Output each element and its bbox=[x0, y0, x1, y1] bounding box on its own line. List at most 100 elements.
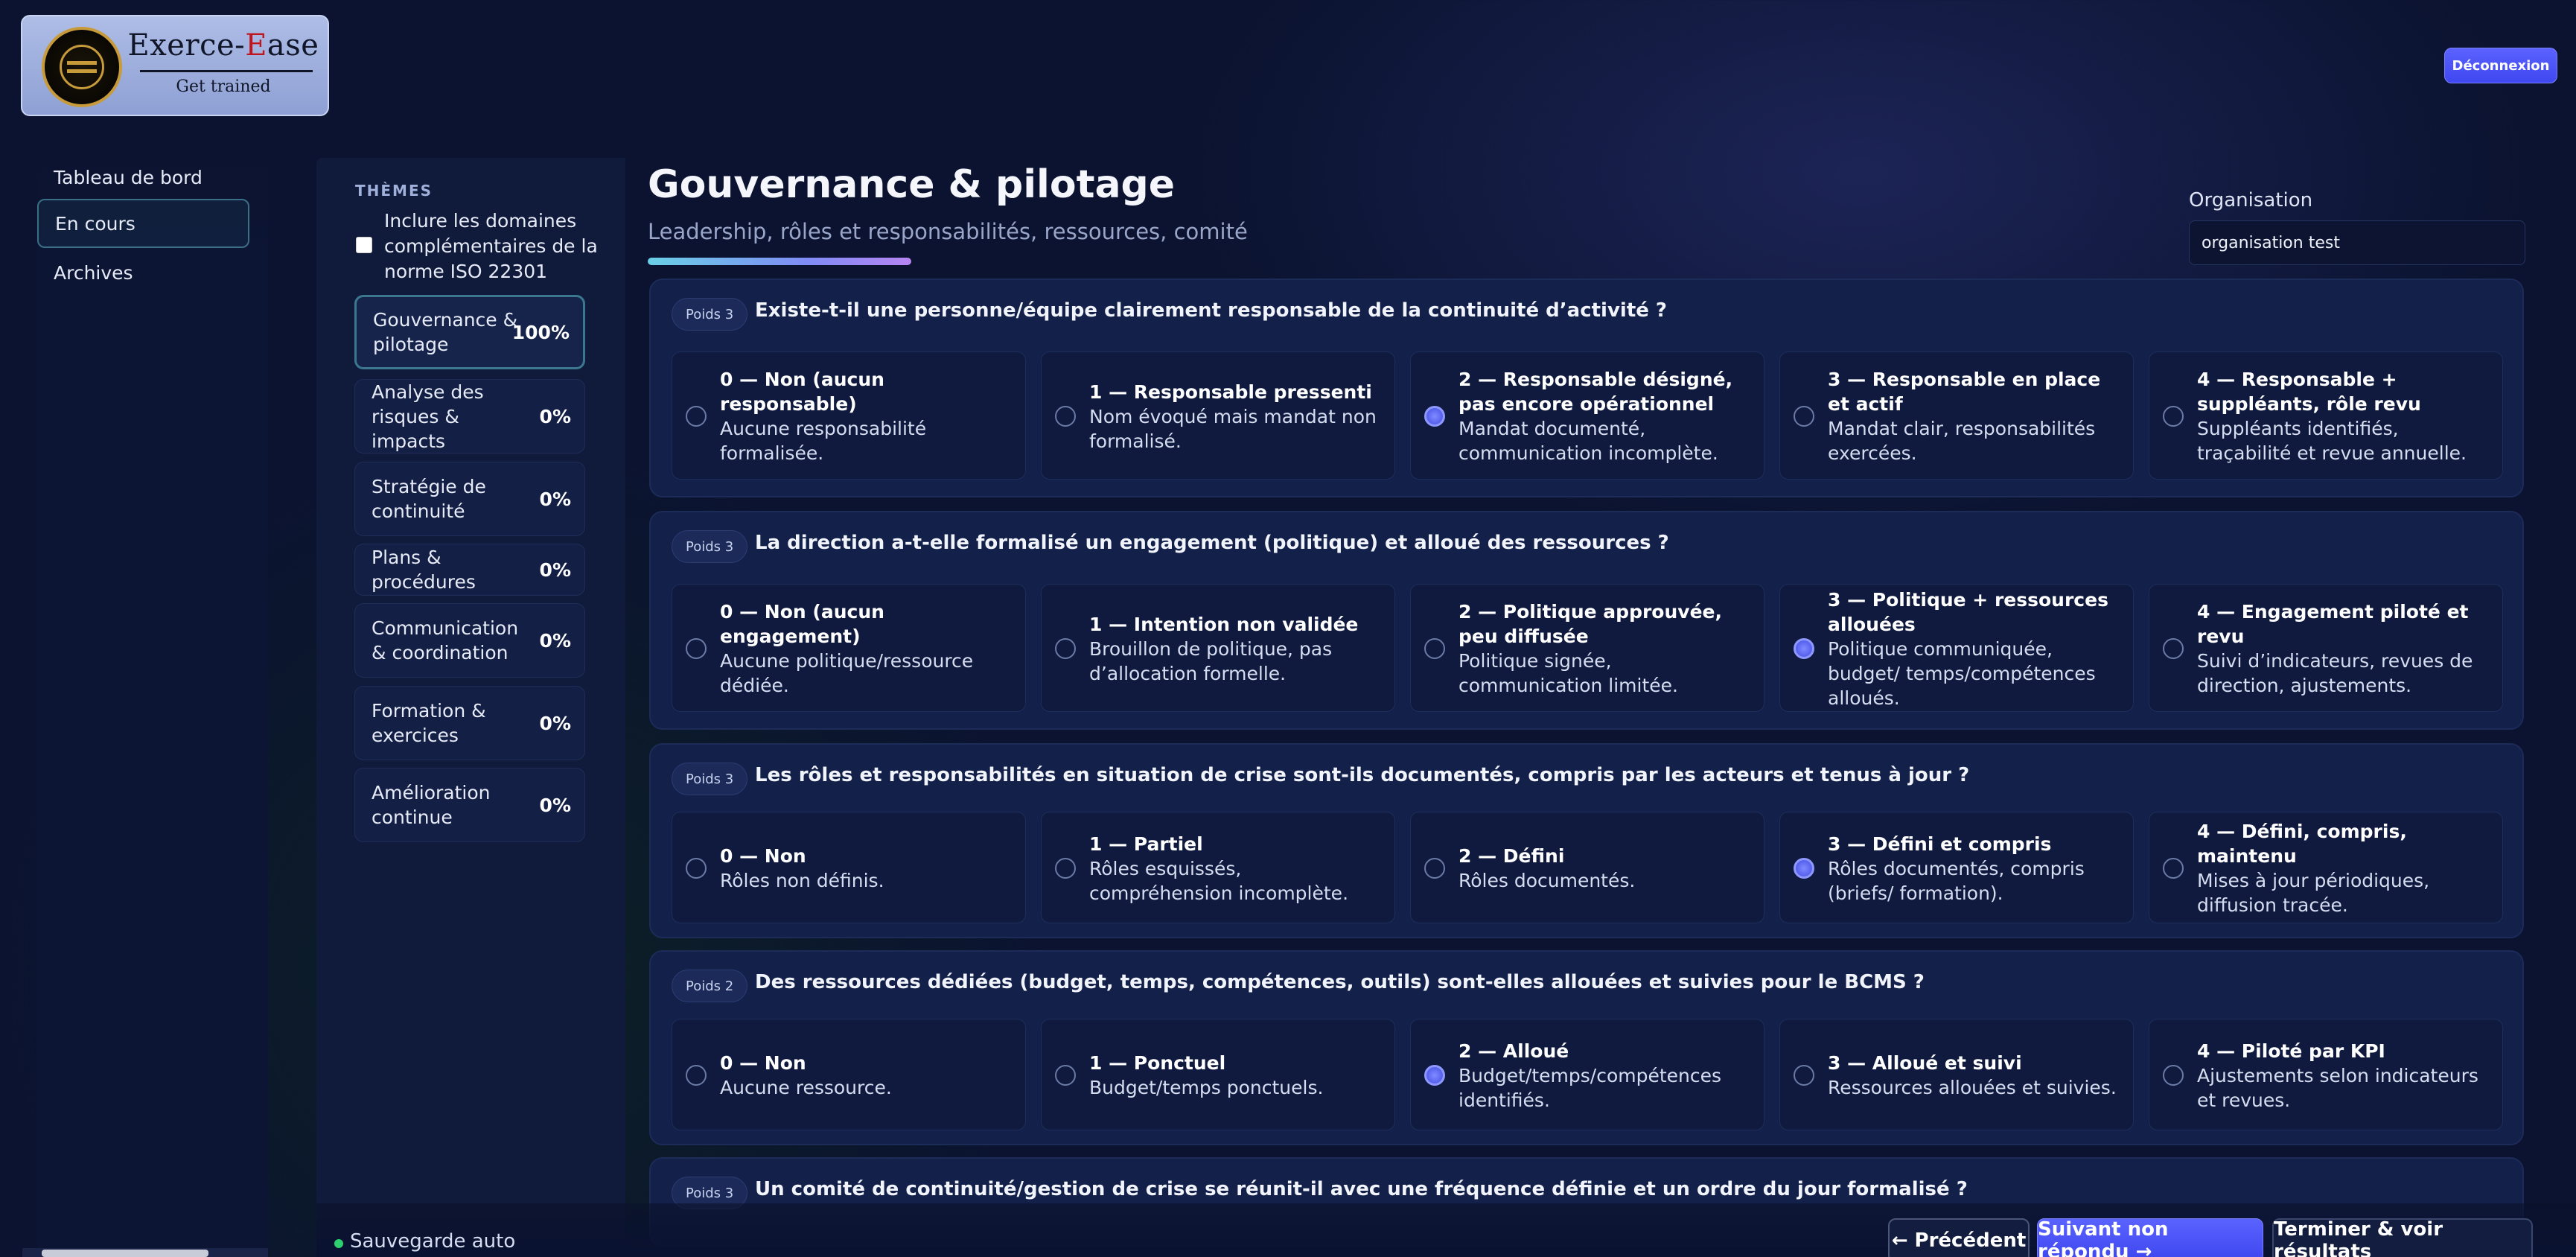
question-text: Les rôles et responsabilités en situatio… bbox=[755, 764, 1970, 786]
radio-button[interactable] bbox=[1424, 858, 1445, 879]
theme-progress: 0% bbox=[539, 712, 571, 734]
option-description: Rôles esquissés, compréhension incomplèt… bbox=[1089, 857, 1349, 904]
theme-progress: 0% bbox=[539, 559, 571, 581]
radio-button[interactable] bbox=[1794, 638, 1814, 659]
option-description: Mises à jour périodiques, diffusion trac… bbox=[2197, 870, 2430, 916]
theme-label: Amélioration continue bbox=[372, 782, 491, 828]
radio-button[interactable] bbox=[686, 638, 707, 659]
answer-options: 0 — Non (aucun engagement) Aucune politiq… bbox=[672, 584, 2503, 712]
theme-item-risques[interactable]: Analyse des risques & impacts 0% bbox=[354, 379, 585, 454]
autosave-label: Sauvegarde auto bbox=[350, 1230, 516, 1253]
theme-label: Plans & procédures bbox=[372, 547, 476, 593]
sidebar-item-dashboard[interactable]: Tableau de bord bbox=[37, 153, 249, 202]
option-title: 1 — Partiel bbox=[1089, 833, 1203, 855]
theme-item-plans[interactable]: Plans & procédures 0% bbox=[354, 544, 585, 596]
answer-option-0[interactable]: 0 — Non Rôles non définis. bbox=[672, 812, 1026, 923]
radio-button[interactable] bbox=[1424, 1065, 1445, 1086]
answer-option-0[interactable]: 0 — Non (aucun engagement) Aucune politiq… bbox=[672, 584, 1026, 712]
option-description: Budget/temps/compétences identifiés. bbox=[1458, 1064, 1722, 1111]
question-card: Poids 3 Les rôles et responsabilités en s… bbox=[649, 743, 2524, 938]
answer-option-4[interactable]: 4 — Défini, compris, maintenu Mises à jou… bbox=[2149, 812, 2503, 923]
radio-button[interactable] bbox=[686, 858, 707, 879]
answer-option-1[interactable]: 1 — Responsable pressenti Nom évoqué mais… bbox=[1041, 351, 1395, 480]
radio-button[interactable] bbox=[1794, 406, 1814, 427]
include-iso-checkbox[interactable] bbox=[356, 237, 372, 253]
option-description: Brouillon de politique, pas d’allocation… bbox=[1089, 637, 1333, 684]
answer-option-4[interactable]: 4 — Responsable + suppléants, rôle revu S… bbox=[2149, 351, 2503, 480]
theme-item-formation[interactable]: Formation & exercices 0% bbox=[354, 686, 585, 760]
finish-results-button[interactable]: Terminer & voir résultats bbox=[2272, 1218, 2533, 1257]
option-text: 4 — Défini, compris, maintenu Mises à jou… bbox=[2197, 812, 2492, 924]
radio-button[interactable] bbox=[1424, 638, 1445, 659]
scrollbar-thumb[interactable] bbox=[42, 1250, 208, 1257]
radio-button[interactable] bbox=[686, 406, 707, 427]
option-description: Ressources allouées et suivies. bbox=[1828, 1077, 2117, 1098]
radio-button[interactable] bbox=[2163, 406, 2184, 427]
sidebar-item-archives[interactable]: Archives bbox=[37, 248, 249, 297]
option-title: 2 — Politique approuvée, peu diffusée bbox=[1458, 601, 1722, 647]
answer-option-3[interactable]: 3 — Défini et compris Rôles documentés, c… bbox=[1779, 812, 2134, 923]
option-title: 1 — Responsable pressenti bbox=[1089, 381, 1372, 403]
option-title: 4 — Défini, compris, maintenu bbox=[2197, 821, 2407, 867]
radio-button[interactable] bbox=[1055, 638, 1076, 659]
question-card: Poids 3 La direction a-t-elle formalisé u… bbox=[649, 511, 2524, 730]
option-text: 3 — Responsable en place et actif Mandat … bbox=[1828, 352, 2123, 480]
page-subtitle: Leadership, rôles et responsabilités, re… bbox=[648, 219, 1248, 244]
answer-option-2[interactable]: 2 — Responsable désigné, pas encore opér… bbox=[1410, 351, 1764, 480]
option-description: Rôles non définis. bbox=[720, 870, 884, 891]
option-description: Ajustements selon indicateurs et revues. bbox=[2197, 1064, 2478, 1111]
option-description: Politique communiquée, budget/ temps/com… bbox=[1828, 637, 2096, 709]
theme-progress: 0% bbox=[539, 488, 571, 510]
previous-button[interactable]: ← Précédent bbox=[1888, 1218, 2030, 1257]
next-unanswered-button[interactable]: Suivant non répondu → bbox=[2037, 1218, 2263, 1257]
organisation-input[interactable] bbox=[2189, 220, 2525, 265]
theme-progress: 100% bbox=[511, 321, 570, 343]
radio-button[interactable] bbox=[1055, 858, 1076, 879]
option-title: 1 — Ponctuel bbox=[1089, 1052, 1226, 1074]
logout-button[interactable]: Déconnexion bbox=[2444, 48, 2557, 83]
radio-button[interactable] bbox=[1794, 1065, 1814, 1086]
answer-option-2[interactable]: 2 — Défini Rôles documentés. bbox=[1410, 812, 1764, 923]
option-text: 1 — Responsable pressenti Nom évoqué mais… bbox=[1089, 352, 1384, 480]
autosave-status-dot bbox=[334, 1239, 343, 1248]
theme-progress: 0% bbox=[539, 405, 571, 427]
theme-item-amelioration[interactable]: Amélioration continue 0% bbox=[354, 768, 585, 842]
app-logo[interactable]: Exerce-Ease Get trained bbox=[21, 15, 329, 116]
radio-button[interactable] bbox=[1794, 858, 1814, 879]
radio-button[interactable] bbox=[1424, 406, 1445, 427]
option-description: Aucune ressource. bbox=[720, 1077, 892, 1098]
option-text: 2 — Responsable désigné, pas encore opér… bbox=[1458, 352, 1753, 480]
radio-button[interactable] bbox=[2163, 858, 2184, 879]
radio-button[interactable] bbox=[1055, 406, 1076, 427]
option-text: 4 — Piloté par KPI Ajustements selon indi… bbox=[2197, 1019, 2492, 1131]
sidebar-item-in-progress[interactable]: En cours bbox=[37, 199, 249, 248]
answer-option-3[interactable]: 3 — Politique + ressources allouées Polit… bbox=[1779, 584, 2134, 712]
answer-option-4[interactable]: 4 — Engagement piloté et revu Suivi d’ind… bbox=[2149, 584, 2503, 712]
answer-option-4[interactable]: 4 — Piloté par KPI Ajustements selon indi… bbox=[2149, 1019, 2503, 1130]
option-description: Rôles documentés, compris (briefs/ forma… bbox=[1828, 857, 2085, 904]
radio-button[interactable] bbox=[2163, 1065, 2184, 1086]
theme-item-strategie[interactable]: Stratégie de continuité 0% bbox=[354, 462, 585, 536]
answer-option-1[interactable]: 1 — Partiel Rôles esquissés, compréhensio… bbox=[1041, 812, 1395, 923]
radio-button[interactable] bbox=[1055, 1065, 1076, 1086]
answer-option-3[interactable]: 3 — Responsable en place et actif Mandat … bbox=[1779, 351, 2134, 480]
theme-item-communication[interactable]: Communication & coordination 0% bbox=[354, 603, 585, 678]
answer-option-0[interactable]: 0 — Non Aucune ressource. bbox=[672, 1019, 1026, 1130]
option-description: Politique signée, communication limitée. bbox=[1458, 650, 1678, 696]
answer-option-1[interactable]: 1 — Ponctuel Budget/temps ponctuels. bbox=[1041, 1019, 1395, 1130]
theme-progress: 0% bbox=[539, 629, 571, 652]
answer-option-0[interactable]: 0 — Non (aucun responsable) Aucune respon… bbox=[672, 351, 1026, 480]
option-text: 0 — Non (aucun responsable) Aucune respon… bbox=[720, 352, 1015, 480]
answer-option-3[interactable]: 3 — Alloué et suivi Ressources allouées e… bbox=[1779, 1019, 2134, 1130]
radio-button[interactable] bbox=[2163, 638, 2184, 659]
include-iso-label[interactable]: Inclure les domaines complémentaires de … bbox=[384, 209, 615, 284]
answer-option-2[interactable]: 2 — Politique approuvée, peu diffusée Pol… bbox=[1410, 584, 1764, 712]
theme-item-gouvernance[interactable]: Gouvernance & pilotage 100% bbox=[354, 295, 585, 369]
radio-button[interactable] bbox=[686, 1065, 707, 1086]
option-title: 0 — Non (aucun engagement) bbox=[720, 601, 884, 647]
themes-heading: THÈMES bbox=[355, 182, 433, 200]
answer-option-2[interactable]: 2 — Alloué Budget/temps/compétences ident… bbox=[1410, 1019, 1764, 1130]
answer-option-1[interactable]: 1 — Intention non validée Brouillon de po… bbox=[1041, 584, 1395, 712]
theme-label: Analyse des risques & impacts bbox=[372, 381, 484, 452]
option-title: 1 — Intention non validée bbox=[1089, 613, 1359, 635]
